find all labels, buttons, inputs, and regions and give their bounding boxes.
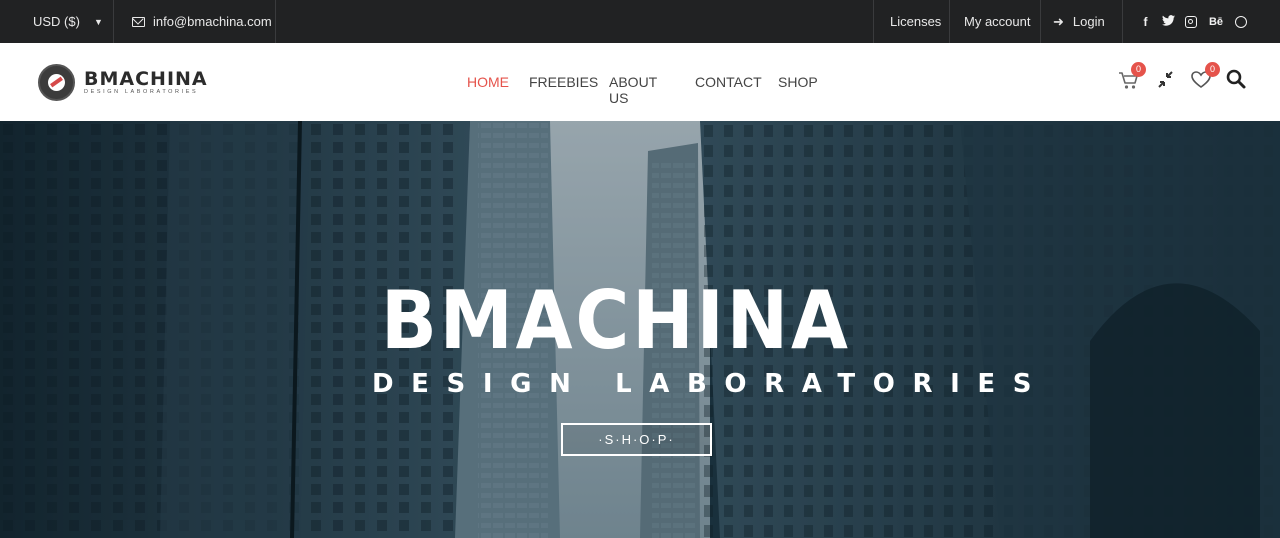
search-icon	[1226, 69, 1246, 89]
login-label: Login	[1072, 14, 1105, 29]
divider	[1122, 0, 1123, 43]
login-link[interactable]: ➜ Login	[1053, 0, 1105, 43]
divider	[873, 0, 874, 43]
facebook-icon[interactable]: f	[1139, 15, 1152, 29]
twitter-icon[interactable]	[1162, 14, 1175, 29]
nav-home[interactable]: HOME	[467, 74, 509, 90]
email-text: info@bmachina.com	[153, 14, 272, 29]
nav-freebies[interactable]: FREEBIES	[529, 74, 598, 90]
my-account-link[interactable]: My account	[964, 0, 1030, 43]
nav-shop[interactable]: SHOP	[778, 74, 818, 90]
wishlist-button[interactable]: 0	[1190, 62, 1220, 91]
divider	[1040, 0, 1041, 43]
hero-title: BMACHINA	[380, 274, 851, 367]
shop-button[interactable]: ·S·H·O·P·	[561, 423, 712, 456]
hero-subtitle: DESIGN LABORATORIES	[372, 369, 1050, 399]
envelope-icon	[132, 16, 145, 27]
behance-icon[interactable]: Bē	[1207, 16, 1225, 28]
logo-tagline: DESIGN LABORATORIES	[84, 89, 199, 95]
licenses-link[interactable]: Licenses	[890, 0, 941, 43]
logo-name: BMACHINA	[84, 68, 208, 90]
compare-button[interactable]	[1155, 67, 1177, 91]
currency-selector[interactable]: USD ($) ▼	[33, 0, 103, 43]
divider	[949, 0, 950, 43]
divider	[275, 0, 276, 43]
logo-mark	[38, 64, 75, 101]
cart-count-badge: 0	[1131, 62, 1146, 77]
caret-down-icon: ▼	[93, 16, 103, 27]
divider	[113, 0, 114, 43]
dribbble-icon[interactable]	[1235, 15, 1247, 28]
social-links: f Bē	[1139, 0, 1247, 43]
site-logo[interactable]: BMACHINA DESIGN LABORATORIES	[38, 64, 208, 101]
top-bar: USD ($) ▼ info@bmachina.com Licenses My …	[0, 0, 1280, 43]
main-header: BMACHINA DESIGN LABORATORIES HOME FREEBI…	[0, 43, 1280, 121]
login-icon: ➜	[1053, 13, 1064, 29]
wishlist-count-badge: 0	[1205, 62, 1220, 77]
currency-label: USD ($)	[33, 14, 80, 29]
compare-icon	[1158, 71, 1173, 88]
search-button[interactable]	[1225, 67, 1247, 91]
email-link[interactable]: info@bmachina.com	[132, 0, 272, 43]
instagram-icon[interactable]	[1185, 15, 1197, 28]
cart-button[interactable]: 0	[1118, 62, 1146, 91]
nav-contact[interactable]: CONTACT	[695, 74, 762, 90]
nav-about-us[interactable]: ABOUT US	[609, 74, 657, 106]
hero-banner: BMACHINA DESIGN LABORATORIES ·S·H·O·P·	[0, 121, 1280, 538]
